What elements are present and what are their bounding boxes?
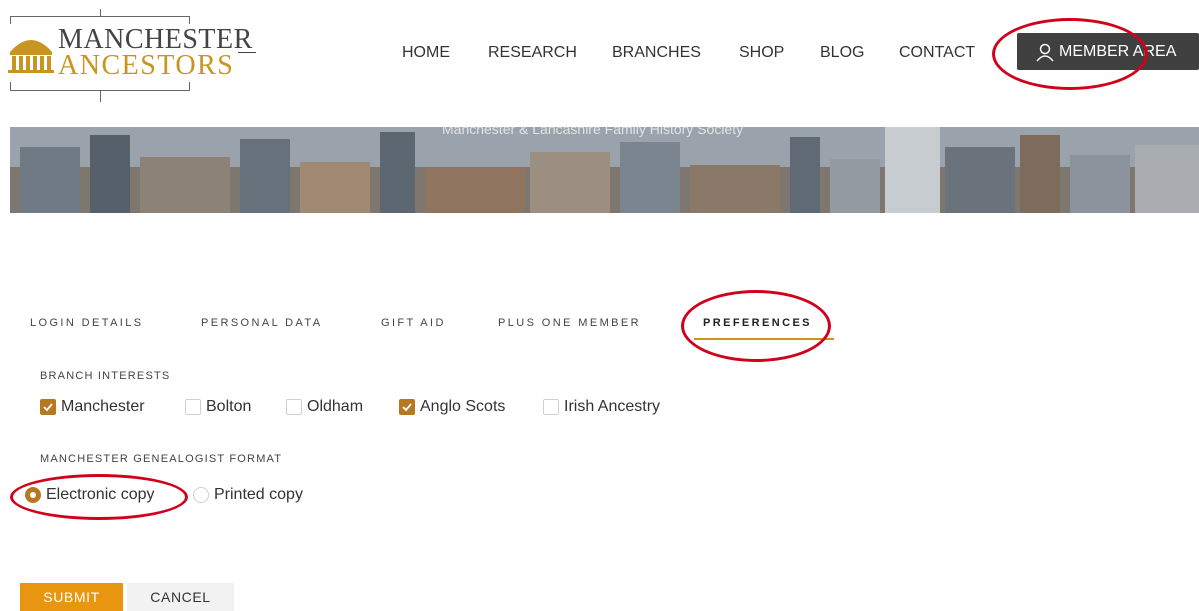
checkbox-label: Bolton bbox=[206, 398, 252, 415]
library-dome-icon bbox=[8, 40, 54, 73]
tab-plus-one-member[interactable]: PLUS ONE MEMBER bbox=[498, 317, 641, 329]
logo-frame bbox=[10, 16, 11, 24]
checkbox-checked-icon[interactable] bbox=[40, 399, 56, 415]
city-banner: Manchester & Lancashire Family History S… bbox=[10, 127, 1199, 213]
branch-interests-label: BRANCH INTERESTS bbox=[40, 370, 171, 382]
checkbox-checked-icon[interactable] bbox=[399, 399, 415, 415]
tab-personal-data[interactable]: PERSONAL DATA bbox=[201, 317, 322, 329]
checkbox-label: Anglo Scots bbox=[420, 398, 506, 415]
tab-preferences[interactable]: PREFERENCES bbox=[703, 317, 812, 329]
nav-shop[interactable]: SHOP bbox=[739, 44, 784, 62]
checkbox-bolton[interactable]: Bolton bbox=[185, 398, 251, 416]
checkbox-oldham[interactable]: Oldham bbox=[286, 398, 363, 416]
checkbox-label: Irish Ancestry bbox=[564, 398, 661, 415]
active-tab-indicator bbox=[694, 338, 834, 340]
checkbox-unchecked-icon[interactable] bbox=[185, 399, 201, 415]
checkbox-unchecked-icon[interactable] bbox=[543, 399, 559, 415]
nav-blog[interactable]: BLOG bbox=[820, 44, 864, 62]
checkbox-label: Manchester bbox=[61, 398, 145, 415]
submit-button[interactable]: SUBMIT bbox=[20, 583, 123, 611]
radio-unselected-icon[interactable] bbox=[193, 487, 209, 503]
logo-frame bbox=[189, 82, 190, 90]
checkbox-anglo-scots[interactable]: Anglo Scots bbox=[399, 398, 505, 416]
user-icon bbox=[1036, 43, 1054, 61]
skyline-image bbox=[10, 127, 1199, 213]
radio-label: Printed copy bbox=[214, 486, 303, 503]
site-logo[interactable]: MANCHESTER ANCESTORS bbox=[0, 0, 258, 106]
tab-login-details[interactable]: LOGIN DETAILS bbox=[30, 317, 144, 329]
banner-subtitle: Manchester & Lancashire Family History S… bbox=[442, 127, 744, 137]
cancel-button[interactable]: CANCEL bbox=[127, 583, 234, 611]
logo-text-line2: ANCESTORS bbox=[58, 50, 235, 81]
radio-electronic-copy[interactable]: Electronic copy bbox=[25, 486, 155, 504]
radio-printed-copy[interactable]: Printed copy bbox=[193, 486, 303, 504]
logo-frame bbox=[100, 90, 101, 102]
logo-frame bbox=[10, 82, 11, 90]
radio-selected-icon[interactable] bbox=[25, 487, 41, 503]
logo-frame bbox=[189, 16, 190, 24]
radio-label: Electronic copy bbox=[46, 486, 155, 503]
nav-contact[interactable]: CONTACT bbox=[899, 44, 975, 62]
nav-research[interactable]: RESEARCH bbox=[488, 44, 577, 62]
nav-home[interactable]: HOME bbox=[402, 44, 450, 62]
genealogist-format-label: MANCHESTER GENEALOGIST FORMAT bbox=[40, 453, 283, 465]
nav-branches[interactable]: BRANCHES bbox=[612, 44, 701, 62]
checkbox-unchecked-icon[interactable] bbox=[286, 399, 302, 415]
checkbox-label: Oldham bbox=[307, 398, 364, 415]
checkbox-manchester[interactable]: Manchester bbox=[40, 398, 145, 416]
member-area-label: MEMBER AREA bbox=[1059, 42, 1177, 60]
member-area-button[interactable]: MEMBER AREA bbox=[1017, 33, 1199, 70]
tab-gift-aid[interactable]: GIFT AID bbox=[381, 317, 446, 329]
logo-frame bbox=[100, 9, 101, 17]
checkbox-irish-ancestry[interactable]: Irish Ancestry bbox=[543, 398, 660, 416]
